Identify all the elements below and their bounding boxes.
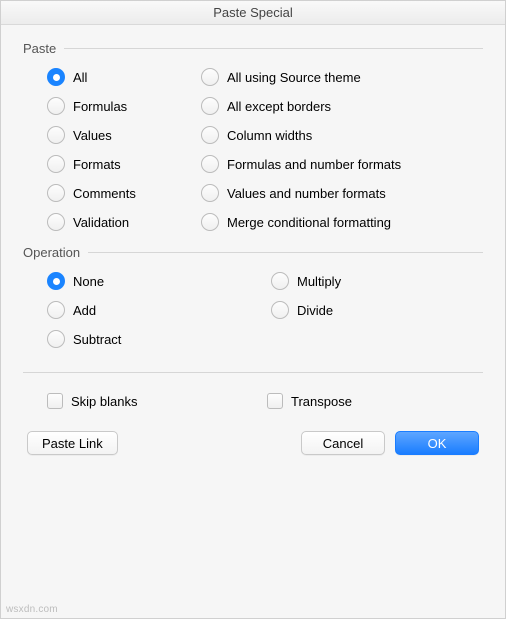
paste-formulas-num-fmts-radio[interactable]: Formulas and number formats [201,155,483,173]
op-subtract-label: Subtract [73,332,121,347]
checkbox-icon [267,393,283,409]
transpose-label: Transpose [291,394,352,409]
paste-group-header: Paste [23,41,483,56]
dialog-content: Paste All All using Source theme Formula… [1,25,505,618]
paste-formulas-num-fmts-label: Formulas and number formats [227,157,401,172]
radio-icon [47,213,65,231]
divider [88,252,483,253]
radio-icon [201,97,219,115]
operation-group-label: Operation [23,245,80,260]
paste-merge-cond-fmt-radio[interactable]: Merge conditional formatting [201,213,483,231]
paste-column-widths-radio[interactable]: Column widths [201,126,483,144]
op-none-radio[interactable]: None [47,272,267,290]
radio-icon [201,155,219,173]
paste-all-label: All [73,70,87,85]
paste-formats-label: Formats [73,157,121,172]
cancel-button-label: Cancel [323,436,363,451]
paste-values-radio[interactable]: Values [47,126,197,144]
operation-group-header: Operation [23,245,483,260]
paste-values-num-fmts-radio[interactable]: Values and number formats [201,184,483,202]
operation-options: None Multiply Add Divide Subtract [23,272,483,348]
radio-icon [47,330,65,348]
paste-column-widths-label: Column widths [227,128,312,143]
op-divide-radio[interactable]: Divide [271,301,483,319]
radio-icon [47,126,65,144]
titlebar: Paste Special [1,1,505,25]
divider [23,372,483,373]
paste-special-dialog: Paste Special Paste All All using Source… [0,0,506,619]
radio-icon [201,68,219,86]
watermark: wsxdn.com [6,604,58,615]
paste-all-source-theme-radio[interactable]: All using Source theme [201,68,483,86]
paste-validation-label: Validation [73,215,129,230]
op-add-label: Add [73,303,96,318]
ok-button[interactable]: OK [395,431,479,455]
paste-formats-radio[interactable]: Formats [47,155,197,173]
paste-formulas-radio[interactable]: Formulas [47,97,197,115]
skip-blanks-checkbox[interactable]: Skip blanks [47,393,267,409]
radio-icon [47,68,65,86]
op-subtract-radio[interactable]: Subtract [47,330,267,348]
paste-all-except-borders-radio[interactable]: All except borders [201,97,483,115]
paste-link-button[interactable]: Paste Link [27,431,118,455]
radio-icon [201,126,219,144]
radio-icon [201,213,219,231]
op-divide-label: Divide [297,303,333,318]
ok-button-label: OK [428,436,447,451]
paste-comments-label: Comments [73,186,136,201]
paste-all-source-theme-label: All using Source theme [227,70,361,85]
paste-comments-radio[interactable]: Comments [47,184,197,202]
cancel-button[interactable]: Cancel [301,431,385,455]
paste-validation-radio[interactable]: Validation [47,213,197,231]
op-none-label: None [73,274,104,289]
paste-values-label: Values [73,128,112,143]
op-multiply-label: Multiply [297,274,341,289]
paste-link-button-label: Paste Link [42,436,103,451]
paste-values-num-fmts-label: Values and number formats [227,186,386,201]
radio-icon [47,97,65,115]
op-multiply-radio[interactable]: Multiply [271,272,483,290]
paste-group: Paste All All using Source theme Formula… [23,41,483,231]
divider [64,48,483,49]
paste-all-radio[interactable]: All [47,68,197,86]
button-row: Paste Link Cancel OK [23,431,483,461]
paste-options: All All using Source theme Formulas All … [23,68,483,231]
paste-all-except-borders-label: All except borders [227,99,331,114]
window-title: Paste Special [213,5,293,20]
skip-blanks-label: Skip blanks [71,394,137,409]
transpose-checkbox[interactable]: Transpose [267,393,483,409]
radio-icon [201,184,219,202]
radio-icon [271,301,289,319]
checkbox-icon [47,393,63,409]
paste-group-label: Paste [23,41,56,56]
paste-formulas-label: Formulas [73,99,127,114]
radio-icon [47,272,65,290]
radio-icon [47,301,65,319]
radio-icon [47,184,65,202]
radio-icon [47,155,65,173]
op-add-radio[interactable]: Add [47,301,267,319]
radio-icon [271,272,289,290]
operation-group: Operation None Multiply Add Di [23,245,483,348]
paste-merge-cond-fmt-label: Merge conditional formatting [227,215,391,230]
checkbox-row: Skip blanks Transpose [23,393,483,409]
